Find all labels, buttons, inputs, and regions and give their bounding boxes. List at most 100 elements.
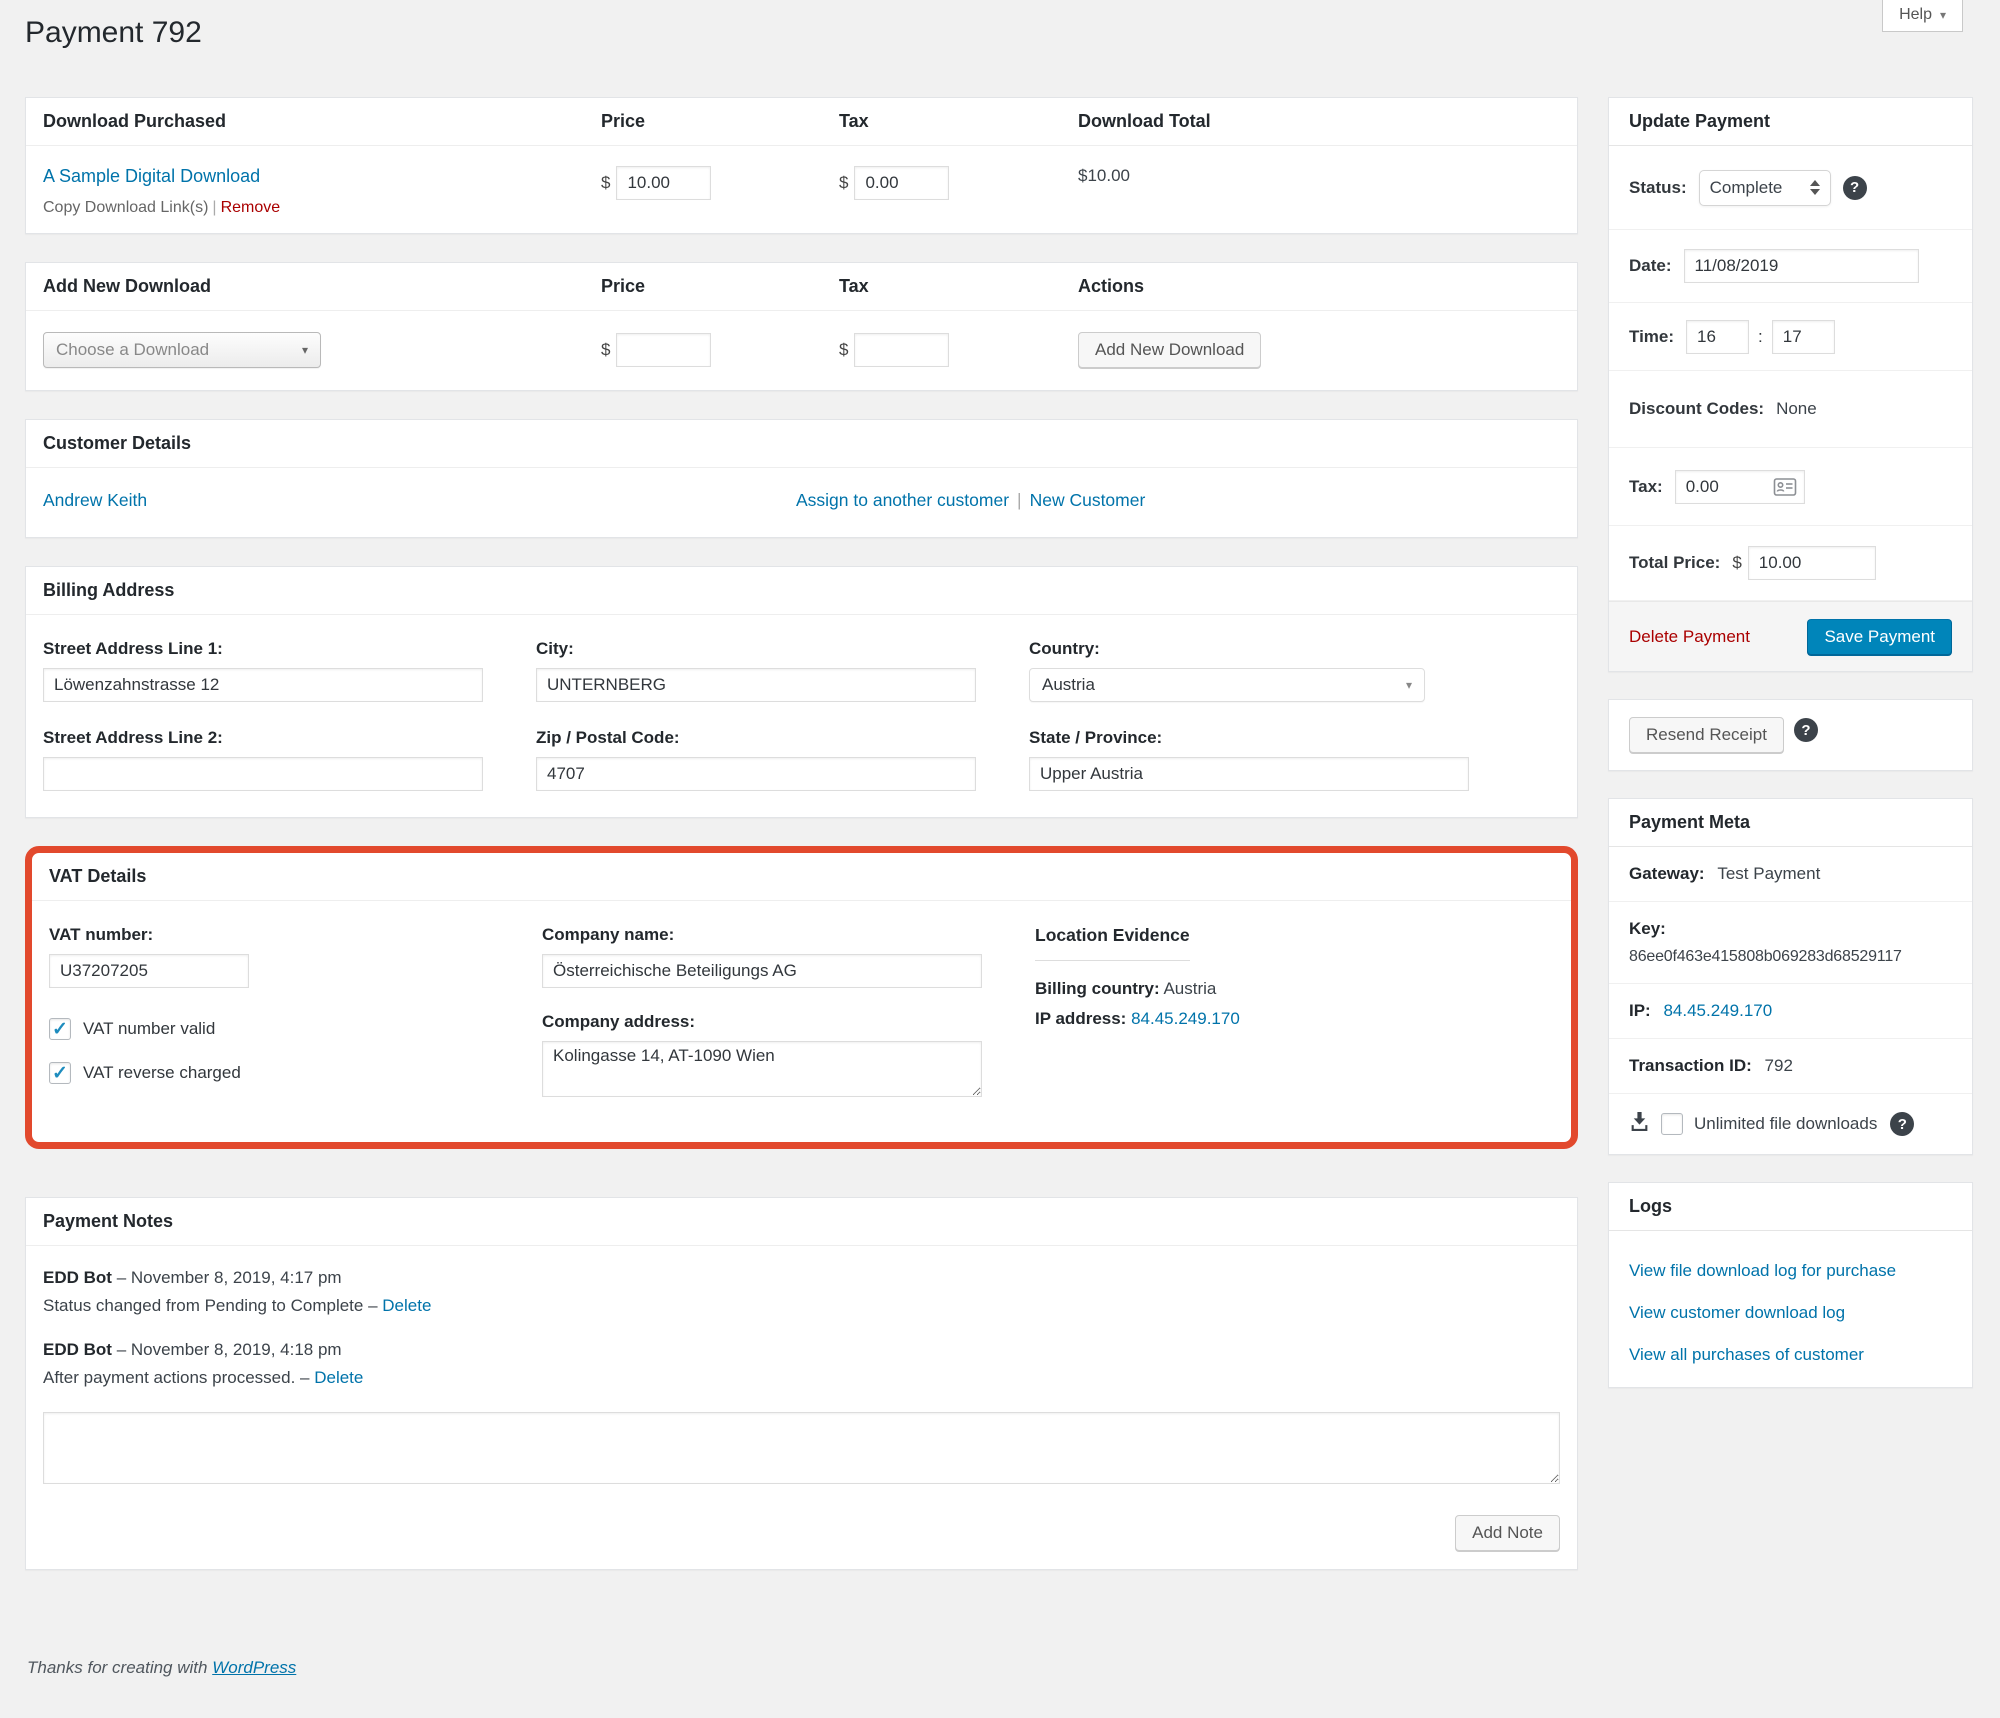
note-body: Status changed from Pending to Complete … bbox=[43, 1296, 378, 1315]
billing-address-panel: Billing Address Street Address Line 1: C… bbox=[25, 566, 1578, 818]
country-select[interactable]: Austria ▾ bbox=[1029, 668, 1425, 702]
resend-receipt-button[interactable]: Resend Receipt bbox=[1629, 717, 1784, 753]
help-icon[interactable]: ? bbox=[1794, 718, 1818, 742]
status-value: Complete bbox=[1710, 178, 1783, 198]
payment-note: EDD Bot – November 8, 2019, 4:17 pm Stat… bbox=[43, 1268, 1560, 1316]
ip-address-link[interactable]: 84.45.249.170 bbox=[1131, 1009, 1240, 1028]
choose-download-select[interactable]: Choose a Download ▾ bbox=[43, 332, 321, 368]
date-label: Date: bbox=[1629, 256, 1672, 276]
time-hour-input[interactable] bbox=[1686, 320, 1749, 354]
city-label: City: bbox=[536, 639, 1029, 659]
company-name-input[interactable] bbox=[542, 954, 982, 988]
company-address-textarea[interactable]: Kolingasse 14, AT-1090 Wien bbox=[542, 1041, 982, 1097]
vat-reverse-label: VAT reverse charged bbox=[83, 1063, 241, 1083]
delete-note-link[interactable]: Delete bbox=[382, 1296, 431, 1315]
new-note-textarea[interactable] bbox=[43, 1412, 1560, 1484]
col-header-tax: Tax bbox=[839, 98, 1078, 145]
wordpress-link[interactable]: WordPress bbox=[212, 1658, 296, 1677]
location-evidence-title: Location Evidence bbox=[1035, 925, 1554, 946]
customer-details-title: Customer Details bbox=[26, 420, 1577, 468]
check-icon: ✓ bbox=[52, 1020, 68, 1039]
item-tax-input[interactable] bbox=[854, 166, 949, 200]
payment-note: EDD Bot – November 8, 2019, 4:18 pm Afte… bbox=[43, 1340, 1560, 1388]
col-header-actions: Actions bbox=[1078, 263, 1577, 310]
col-header-price: Price bbox=[601, 263, 839, 310]
company-name-label: Company name: bbox=[542, 925, 1035, 945]
status-select[interactable]: Complete bbox=[1699, 170, 1831, 206]
ip-link[interactable]: 84.45.249.170 bbox=[1663, 1001, 1772, 1020]
ip-address-label: IP address: bbox=[1035, 1009, 1126, 1028]
unlimited-downloads-checkbox[interactable] bbox=[1661, 1113, 1683, 1135]
logs-title: Logs bbox=[1609, 1183, 1972, 1231]
key-value: 86ee0f463e415808b069283d68529117 bbox=[1629, 948, 1952, 966]
vat-reverse-checkbox[interactable]: ✓ bbox=[49, 1062, 71, 1084]
view-customer-download-log-link[interactable]: View customer download log bbox=[1629, 1303, 1952, 1323]
add-new-download-panel: Add New Download Price Tax Actions Choos… bbox=[25, 262, 1578, 391]
date-input[interactable] bbox=[1684, 249, 1919, 283]
state-input[interactable] bbox=[1029, 757, 1469, 791]
total-price-input[interactable] bbox=[1748, 546, 1876, 580]
download-total-value: $10.00 bbox=[1078, 166, 1577, 186]
key-label: Key: bbox=[1629, 919, 1666, 938]
remove-download-link[interactable]: Remove bbox=[221, 199, 281, 216]
vat-number-input[interactable] bbox=[49, 954, 249, 988]
discount-codes-value: None bbox=[1776, 399, 1817, 419]
billing-country-value: Austria bbox=[1163, 979, 1216, 998]
vat-details-title: VAT Details bbox=[32, 853, 1571, 901]
tax-calculator-icon[interactable] bbox=[1773, 477, 1797, 502]
footer: Thanks for creating with WordPress bbox=[27, 1658, 1973, 1718]
time-minute-input[interactable] bbox=[1772, 320, 1835, 354]
copy-download-links-link[interactable]: Copy Download Link(s) bbox=[43, 199, 208, 216]
zip-label: Zip / Postal Code: bbox=[536, 728, 1029, 748]
item-price-input[interactable] bbox=[616, 166, 711, 200]
assign-customer-link[interactable]: Assign to another customer bbox=[796, 490, 1009, 510]
vat-number-label: VAT number: bbox=[49, 925, 542, 945]
separator: | bbox=[212, 199, 216, 216]
delete-payment-link[interactable]: Delete Payment bbox=[1629, 627, 1750, 647]
help-icon[interactable]: ? bbox=[1843, 176, 1867, 200]
transaction-id-value: 792 bbox=[1765, 1056, 1793, 1075]
ip-label: IP: bbox=[1629, 1001, 1651, 1020]
vat-valid-label: VAT number valid bbox=[83, 1019, 215, 1039]
gateway-label: Gateway: bbox=[1629, 864, 1705, 883]
zip-input[interactable] bbox=[536, 757, 976, 791]
add-note-button[interactable]: Add Note bbox=[1455, 1515, 1560, 1551]
payment-notes-panel: Payment Notes EDD Bot – November 8, 2019… bbox=[25, 1197, 1578, 1570]
discount-codes-label: Discount Codes: bbox=[1629, 399, 1764, 419]
currency-symbol: $ bbox=[601, 340, 610, 360]
download-purchased-panel: Download Purchased Price Tax Download To… bbox=[25, 97, 1578, 234]
vat-valid-checkbox[interactable]: ✓ bbox=[49, 1018, 71, 1040]
view-all-purchases-link[interactable]: View all purchases of customer bbox=[1629, 1345, 1952, 1365]
new-customer-link[interactable]: New Customer bbox=[1030, 490, 1146, 510]
note-author: EDD Bot bbox=[43, 1340, 112, 1359]
street1-input[interactable] bbox=[43, 668, 483, 702]
payment-notes-title: Payment Notes bbox=[26, 1198, 1577, 1246]
help-icon[interactable]: ? bbox=[1890, 1112, 1914, 1136]
save-payment-button[interactable]: Save Payment bbox=[1807, 619, 1952, 655]
billing-country-label: Billing country: bbox=[1035, 979, 1160, 998]
download-name-link[interactable]: A Sample Digital Download bbox=[43, 166, 260, 186]
help-dropdown[interactable]: Help ▾ bbox=[1882, 0, 1963, 32]
street2-input[interactable] bbox=[43, 757, 483, 791]
unlimited-downloads-label: Unlimited file downloads bbox=[1694, 1114, 1877, 1134]
customer-name-link[interactable]: Andrew Keith bbox=[43, 490, 147, 510]
payment-meta-title: Payment Meta bbox=[1609, 799, 1972, 847]
country-label: Country: bbox=[1029, 639, 1560, 659]
download-icon bbox=[1629, 1111, 1650, 1137]
delete-note-link[interactable]: Delete bbox=[314, 1368, 363, 1387]
new-tax-input[interactable] bbox=[854, 333, 949, 367]
city-input[interactable] bbox=[536, 668, 976, 702]
view-file-download-log-link[interactable]: View file download log for purchase bbox=[1629, 1261, 1952, 1281]
add-new-download-button[interactable]: Add New Download bbox=[1078, 332, 1261, 368]
total-price-label: Total Price: bbox=[1629, 553, 1720, 573]
col-header-download-purchased: Download Purchased bbox=[26, 98, 601, 145]
purchased-row: A Sample Digital Download Copy Download … bbox=[26, 146, 1577, 233]
note-date: – November 8, 2019, 4:18 pm bbox=[117, 1340, 342, 1359]
currency-symbol: $ bbox=[601, 173, 610, 193]
note-author: EDD Bot bbox=[43, 1268, 112, 1287]
gateway-value: Test Payment bbox=[1717, 864, 1820, 883]
resend-receipt-panel: Resend Receipt ? bbox=[1608, 699, 1973, 771]
col-header-download-total: Download Total bbox=[1078, 98, 1577, 145]
update-payment-title: Update Payment bbox=[1609, 98, 1972, 146]
new-price-input[interactable] bbox=[616, 333, 711, 367]
